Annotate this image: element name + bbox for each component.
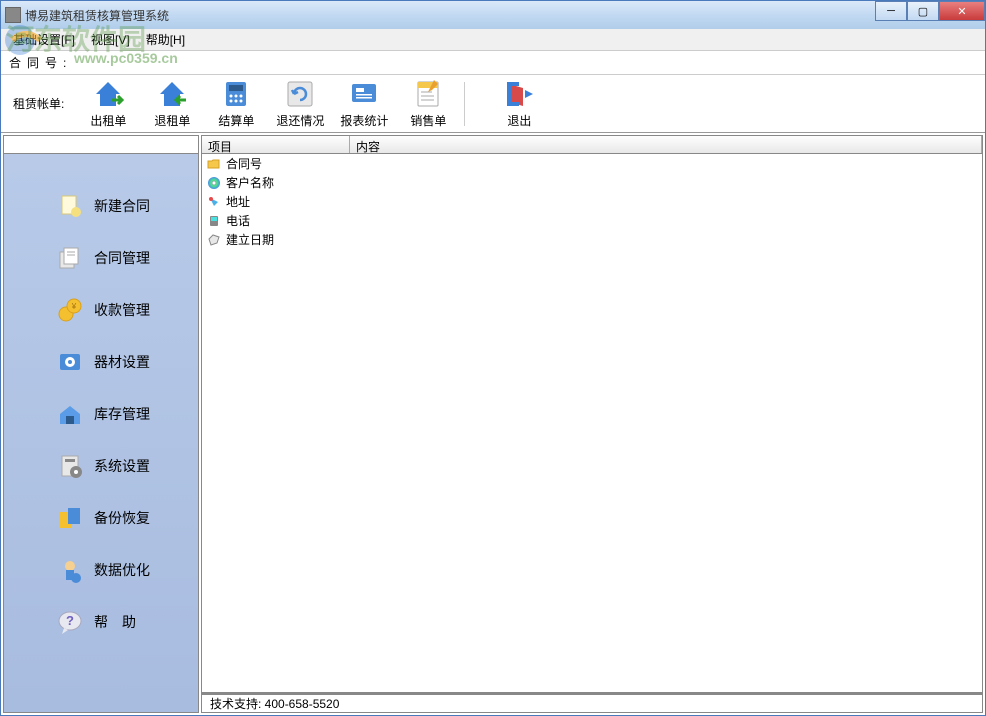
sidebar-item-payment-mgmt[interactable]: ¥ 收款管理 (4, 292, 198, 328)
return-status-button[interactable]: 退还情况 (268, 78, 332, 130)
menu-help[interactable]: 帮助[H] (138, 29, 193, 50)
refresh-icon (284, 78, 316, 110)
toolbar-btn-label: 销售单 (410, 112, 446, 129)
sidebar-item-label: 库存管理 (94, 404, 150, 424)
tree-item-label: 地址 (226, 193, 250, 210)
tree-item-contract-no[interactable]: 合同号 (202, 154, 982, 173)
tree-item-label: 客户名称 (226, 174, 274, 191)
date-icon (206, 232, 222, 248)
backup-icon (56, 504, 84, 532)
menu-basic-settings[interactable]: 基础设置[F] (5, 29, 83, 50)
contract-number-label: 合同号: (9, 54, 72, 71)
menu-view[interactable]: 视图[V] (83, 29, 138, 50)
inventory-icon (56, 400, 84, 428)
content-body: 合同号 客户名称 地址 (202, 154, 982, 692)
sidebar-item-system-settings[interactable]: 系统设置 (4, 448, 198, 484)
new-doc-icon (56, 192, 84, 220)
tree-item-phone[interactable]: 电话 (202, 211, 982, 230)
return-rent-button[interactable]: 退租单 (140, 78, 204, 130)
sidebar: 新建合同 合同管理 ¥ 收款管理 (4, 154, 198, 712)
sidebar-item-label: 系统设置 (94, 456, 150, 476)
settings-icon (56, 452, 84, 480)
rent-out-button[interactable]: 出租单 (76, 78, 140, 130)
support-text: 技术支持: 400-658-5520 (210, 695, 339, 712)
sidebar-item-label: 备份恢复 (94, 508, 150, 528)
menubar: 基础设置[F] 视图[V] 帮助[H] (1, 29, 985, 51)
statusbar: 技术支持: 400-658-5520 (202, 692, 982, 712)
sidebar-item-equipment[interactable]: 器材设置 (4, 344, 198, 380)
sidebar-item-inventory[interactable]: 库存管理 (4, 396, 198, 432)
svg-text:?: ? (66, 613, 74, 628)
sidebar-item-label: 帮 助 (94, 612, 136, 632)
tree-item-date[interactable]: 建立日期 (202, 230, 982, 249)
settlement-button[interactable]: 结算单 (204, 78, 268, 130)
toolbar-btn-label: 出租单 (90, 112, 126, 129)
toolbar-label: 租赁帐单: (13, 95, 64, 112)
report-stats-button[interactable]: 报表统计 (332, 78, 396, 130)
column-header-content[interactable]: 内容 (350, 136, 982, 153)
exit-icon (503, 78, 535, 110)
tree-item-label: 合同号 (226, 155, 262, 172)
contract-bar: 合同号: (1, 51, 985, 75)
sidebar-item-help[interactable]: ? 帮 助 (4, 604, 198, 640)
sidebar-header (4, 136, 198, 154)
location-icon (206, 194, 222, 210)
exit-button[interactable]: 退出 (487, 78, 551, 130)
notepad-icon (412, 78, 444, 110)
sidebar-item-new-contract[interactable]: 新建合同 (4, 188, 198, 224)
main-area: 新建合同 合同管理 ¥ 收款管理 (1, 133, 985, 715)
window-controls: ─ ▢ ✕ (875, 1, 985, 21)
sidebar-item-label: 数据优化 (94, 560, 150, 580)
tree-item-label: 建立日期 (226, 231, 274, 248)
close-button[interactable]: ✕ (939, 1, 985, 21)
content-panel: 项目 内容 合同号 客户名称 (201, 135, 983, 713)
tree-item-customer[interactable]: 客户名称 (202, 173, 982, 192)
toolbar-btn-label: 退还情况 (276, 112, 324, 129)
sidebar-item-label: 合同管理 (94, 248, 150, 268)
sidebar-item-optimize[interactable]: 数据优化 (4, 552, 198, 588)
report-icon (348, 78, 380, 110)
main-window: 博易建筑租赁核算管理系统 ─ ▢ ✕ 基础设置[F] 视图[V] 帮助[H] 合… (0, 0, 986, 716)
titlebar: 博易建筑租赁核算管理系统 ─ ▢ ✕ (1, 1, 985, 29)
equipment-icon (56, 348, 84, 376)
phone-icon (206, 213, 222, 229)
sidebar-container: 新建合同 合同管理 ¥ 收款管理 (3, 135, 199, 713)
minimize-button[interactable]: ─ (875, 1, 907, 21)
cd-icon (206, 175, 222, 191)
window-title: 博易建筑租赁核算管理系统 (25, 7, 169, 24)
column-header-item[interactable]: 项目 (202, 136, 350, 153)
content-columns: 项目 内容 (202, 136, 982, 154)
house-out-icon (92, 78, 124, 110)
svg-text:¥: ¥ (71, 302, 77, 311)
money-icon: ¥ (56, 296, 84, 324)
toolbar-separator (464, 82, 465, 126)
tree-item-label: 电话 (226, 212, 250, 229)
sidebar-item-contract-mgmt[interactable]: 合同管理 (4, 240, 198, 276)
toolbar: 租赁帐单: 出租单 退租单 结算单 退还情况 (1, 75, 985, 133)
docs-icon (56, 244, 84, 272)
toolbar-btn-label: 结算单 (218, 112, 254, 129)
sidebar-item-label: 新建合同 (94, 196, 150, 216)
folder-icon (206, 156, 222, 172)
sidebar-item-backup[interactable]: 备份恢复 (4, 500, 198, 536)
sidebar-item-label: 收款管理 (94, 300, 150, 320)
sidebar-item-label: 器材设置 (94, 352, 150, 372)
toolbar-btn-label: 退出 (507, 112, 531, 129)
maximize-button[interactable]: ▢ (907, 1, 939, 21)
help-icon: ? (56, 608, 84, 636)
app-icon (5, 7, 21, 23)
tree-item-address[interactable]: 地址 (202, 192, 982, 211)
optimize-icon (56, 556, 84, 584)
toolbar-btn-label: 报表统计 (340, 112, 388, 129)
calculator-icon (220, 78, 252, 110)
house-return-icon (156, 78, 188, 110)
toolbar-btn-label: 退租单 (154, 112, 190, 129)
sales-order-button[interactable]: 销售单 (396, 78, 460, 130)
